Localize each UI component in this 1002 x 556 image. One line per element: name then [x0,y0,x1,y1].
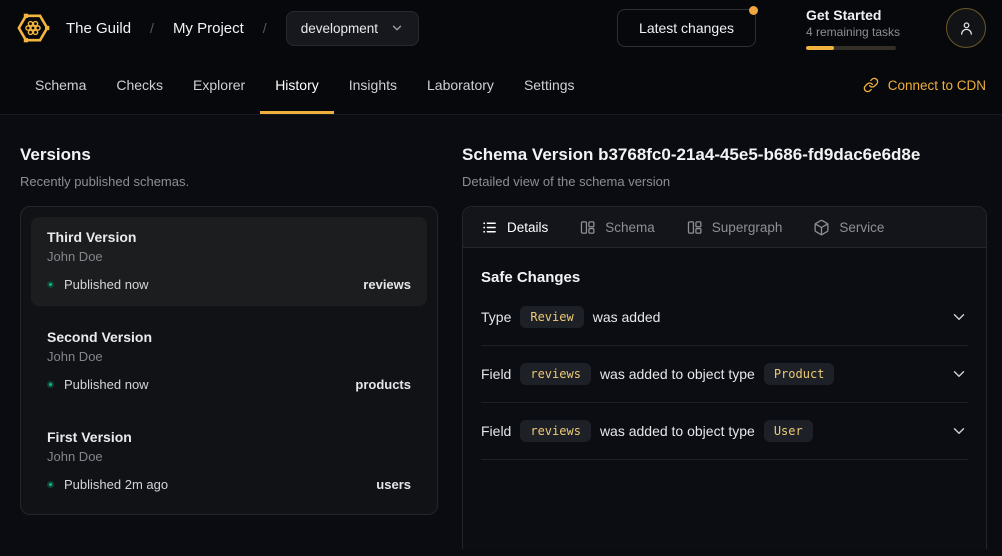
change-suffix: was added to object type [600,366,755,382]
version-status: Published now [64,377,149,392]
versions-column: Versions Recently published schemas. Thi… [20,145,438,556]
chevron-down-icon[interactable] [950,308,968,326]
target-nav-tabs: Schema Checks Explorer History Insights … [0,56,1002,115]
version-author: John Doe [47,349,411,364]
change-row[interactable]: Type Review was added [481,289,968,346]
version-service: reviews [363,277,411,292]
version-name: Second Version [47,329,411,345]
detail-tab-service[interactable]: Service [813,219,884,236]
breadcrumb-separator: / [150,20,154,36]
breadcrumb-org[interactable]: The Guild [66,20,131,37]
notification-dot [749,6,758,15]
cube-icon [813,219,830,236]
change-badge: reviews [520,420,591,442]
detail-body: Safe Changes Type Review was added Field… [463,269,986,460]
environment-selector-value: development [301,21,378,36]
change-prefix: Field [481,366,511,382]
change-suffix: was added to object type [600,423,755,439]
change-row[interactable]: Field reviews was added to object type P… [481,346,968,403]
schema-version-subtitle: Detailed view of the schema version [462,174,987,189]
change-badge: User [764,420,813,442]
version-service: products [355,377,411,392]
versions-title: Versions [20,145,438,165]
tab-checks[interactable]: Checks [101,56,178,114]
tab-explorer[interactable]: Explorer [178,56,260,114]
change-suffix: was added [593,309,661,325]
link-icon [863,77,879,93]
detail-tab-details[interactable]: Details [481,219,548,236]
breadcrumb-project[interactable]: My Project [173,20,244,37]
tab-history[interactable]: History [260,56,334,114]
detail-tab-schema[interactable]: Schema [579,219,655,236]
panels-icon [579,219,596,236]
change-badge: Product [764,363,835,385]
tab-settings[interactable]: Settings [509,56,590,114]
list-icon [481,219,498,236]
latest-changes-button[interactable]: Latest changes [617,9,756,47]
get-started-progress-fill [806,46,834,50]
version-author: John Doe [47,449,411,464]
versions-list: Third Version John Doe Published now rev… [20,206,438,515]
published-dot-icon [47,281,54,288]
detail-tab-label: Details [507,220,548,235]
version-list-item[interactable]: Second Version John Doe Published now pr… [31,317,427,406]
safe-changes-heading: Safe Changes [481,269,968,286]
chevron-down-icon [390,21,404,35]
published-dot-icon [47,381,54,388]
version-status: Published now [64,277,149,292]
person-icon [958,20,975,37]
chevron-down-icon[interactable] [950,365,968,383]
schema-version-detail-column: Schema Version b3768fc0-21a4-45e5-b686-f… [462,145,987,556]
change-badge: reviews [520,363,591,385]
versions-subtitle: Recently published schemas. [20,174,438,189]
tab-insights[interactable]: Insights [334,56,412,114]
version-service: users [376,477,411,492]
schema-version-detail-card: Details Schema Sup [462,206,987,549]
detail-tab-label: Service [839,220,884,235]
environment-selector[interactable]: development [286,11,419,46]
connect-to-cdn-label: Connect to CDN [888,78,986,93]
version-list-item[interactable]: First Version John Doe Published 2m ago … [31,417,427,506]
version-list-item[interactable]: Third Version John Doe Published now rev… [31,217,427,306]
breadcrumb-separator: / [263,20,267,36]
get-started-widget[interactable]: Get Started 4 remaining tasks [806,7,896,50]
main-content: Versions Recently published schemas. Thi… [0,115,1002,556]
change-prefix: Field [481,423,511,439]
get-started-progress-bar [806,46,896,50]
tab-schema[interactable]: Schema [20,56,101,114]
change-badge: Review [520,306,583,328]
detail-tab-label: Supergraph [712,220,783,235]
detail-tab-supergraph[interactable]: Supergraph [686,219,783,236]
panels-icon [686,219,703,236]
version-status: Published 2m ago [64,477,168,492]
user-avatar[interactable] [946,8,986,48]
version-name: Third Version [47,229,411,245]
get-started-title: Get Started [806,7,896,23]
connect-to-cdn-link[interactable]: Connect to CDN [863,56,986,114]
latest-changes-label: Latest changes [639,20,734,36]
change-row[interactable]: Field reviews was added to object type U… [481,403,968,460]
top-header: The Guild / My Project / development Lat… [0,0,1002,56]
detail-tab-label: Schema [605,220,655,235]
published-dot-icon [47,481,54,488]
get-started-subtitle: 4 remaining tasks [806,25,896,39]
chevron-down-icon[interactable] [950,422,968,440]
schema-version-title: Schema Version b3768fc0-21a4-45e5-b686-f… [462,145,987,165]
version-name: First Version [47,429,411,445]
tab-laboratory[interactable]: Laboratory [412,56,509,114]
change-prefix: Type [481,309,511,325]
detail-tab-bar: Details Schema Sup [463,207,986,248]
guild-hexagon-logo-icon[interactable] [16,11,50,45]
version-author: John Doe [47,249,411,264]
